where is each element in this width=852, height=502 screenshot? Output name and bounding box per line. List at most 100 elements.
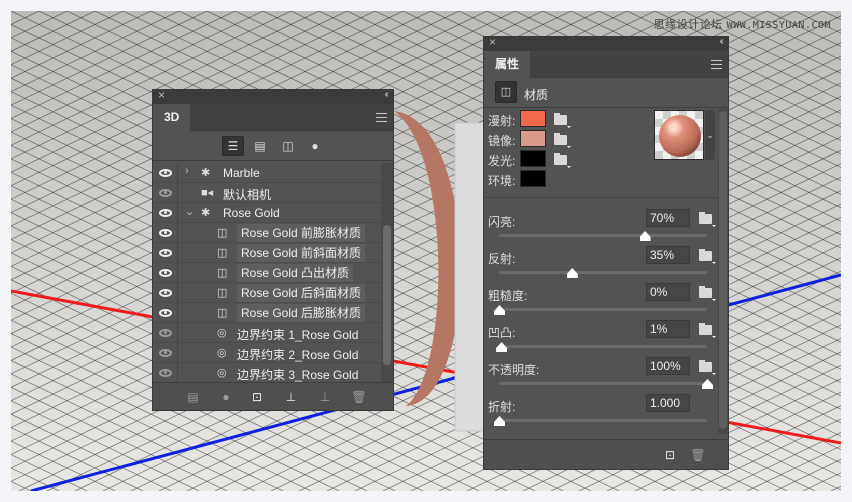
slider-label: 闪亮: bbox=[488, 215, 516, 229]
material-icon[interactable]: ◫ bbox=[495, 81, 517, 103]
row-label: Rose Gold 后斜面材质 bbox=[237, 284, 366, 302]
color-swatch[interactable] bbox=[520, 150, 546, 167]
folder-icon[interactable] bbox=[699, 360, 716, 375]
tree-row[interactable]: ◫ Rose Gold 前膨胀材质 bbox=[153, 223, 381, 243]
scrollbar[interactable] bbox=[718, 109, 728, 434]
add-constraint-icon[interactable]: ⊥ bbox=[317, 389, 333, 405]
slider-track[interactable] bbox=[499, 271, 707, 274]
tab-3d[interactable]: 3D bbox=[153, 104, 191, 131]
render-icon[interactable]: ⊡ bbox=[662, 447, 678, 463]
slider-track[interactable] bbox=[499, 382, 707, 385]
tree-row[interactable]: ⌄ ✱ Rose Gold bbox=[153, 203, 381, 223]
tab-properties[interactable]: 属性 bbox=[484, 51, 531, 78]
visibility-toggle[interactable] bbox=[153, 343, 178, 363]
drop-to-ground-icon[interactable]: ⊥ bbox=[283, 389, 299, 405]
tree-row[interactable]: ◎ 边界约束 1_Rose Gold bbox=[153, 323, 381, 343]
scrollbar[interactable] bbox=[381, 163, 393, 383]
folder-icon[interactable] bbox=[699, 286, 716, 301]
color-label: 漫射: bbox=[488, 114, 516, 128]
tree-row[interactable]: ◎ 边界约束 2_Rose Gold bbox=[153, 343, 381, 363]
eye-icon bbox=[158, 329, 172, 337]
folder-icon[interactable] bbox=[699, 249, 716, 264]
tree-row[interactable]: ◫ Rose Gold 凸出材质 bbox=[153, 263, 381, 283]
value-field[interactable]: 70% bbox=[646, 209, 690, 227]
trash-icon[interactable]: 🗑 bbox=[351, 389, 367, 405]
chevron-down-icon[interactable]: ⌄ bbox=[185, 205, 194, 218]
filter-whole-scene-button[interactable]: ☰ bbox=[222, 136, 244, 156]
slider-row: 粗糙度: 0% bbox=[484, 283, 718, 319]
filter-meshes-button[interactable]: ▤ bbox=[249, 136, 271, 156]
collapse-icon[interactable]: ‹‹ bbox=[719, 36, 723, 47]
eye-icon bbox=[158, 229, 172, 237]
value-field[interactable]: 0% bbox=[646, 283, 690, 301]
trash-icon[interactable]: 🗑 bbox=[690, 447, 706, 463]
scrollbar-thumb[interactable] bbox=[383, 225, 391, 365]
value-field[interactable]: 1% bbox=[646, 320, 690, 338]
visibility-toggle[interactable] bbox=[153, 223, 178, 243]
slider-track[interactable] bbox=[499, 234, 707, 237]
slider-track[interactable] bbox=[499, 419, 707, 422]
visibility-toggle[interactable] bbox=[153, 283, 178, 303]
collapse-icon[interactable]: ‹‹ bbox=[384, 89, 388, 100]
tree-row[interactable]: ◫ Rose Gold 后膨胀材质 bbox=[153, 303, 381, 323]
visibility-toggle[interactable] bbox=[153, 263, 178, 283]
light-bulb-icon[interactable]: ● bbox=[218, 389, 234, 405]
panel-menu-icon[interactable] bbox=[711, 60, 722, 69]
folder-icon[interactable] bbox=[699, 212, 716, 227]
visibility-toggle[interactable] bbox=[153, 203, 178, 223]
material-icon: ◫ bbox=[217, 247, 228, 259]
material-icon: ◫ bbox=[217, 267, 228, 279]
material-sphere bbox=[659, 115, 701, 157]
preset-dropdown[interactable]: ⌄ bbox=[705, 110, 715, 160]
folder-icon[interactable] bbox=[554, 153, 571, 168]
visibility-toggle[interactable] bbox=[153, 163, 178, 183]
folder-icon[interactable] bbox=[554, 113, 571, 128]
panel-menu-icon[interactable] bbox=[376, 113, 387, 122]
value-field[interactable]: 35% bbox=[646, 246, 690, 264]
value-field[interactable]: 1.000 bbox=[646, 394, 690, 412]
slider-row: 凹凸: 1% bbox=[484, 320, 718, 356]
slider-handle[interactable] bbox=[494, 305, 505, 315]
slider-handle[interactable] bbox=[494, 416, 505, 426]
panel-drag-bar[interactable]: × ‹‹ bbox=[153, 88, 393, 104]
value-field[interactable]: 100% bbox=[646, 357, 690, 375]
color-swatch[interactable] bbox=[520, 130, 546, 147]
slider-track[interactable] bbox=[499, 308, 707, 311]
filter-materials-button[interactable]: ◫ bbox=[277, 136, 299, 156]
panel-drag-bar[interactable]: × ‹‹ bbox=[484, 35, 728, 51]
render-icon[interactable]: ⊡ bbox=[249, 389, 265, 405]
row-label: 默认相机 bbox=[223, 188, 272, 202]
tree-row[interactable]: ◎ 边界约束 3_Rose Gold bbox=[153, 363, 381, 383]
visibility-toggle[interactable] bbox=[153, 363, 178, 383]
tree-row[interactable]: › ✱ Marble bbox=[153, 163, 381, 183]
color-swatch[interactable] bbox=[520, 110, 546, 127]
tree-row[interactable]: ■◂ 默认相机 bbox=[153, 183, 381, 203]
tree-row[interactable]: ◫ Rose Gold 前斜面材质 bbox=[153, 243, 381, 263]
slider-handle[interactable] bbox=[496, 342, 508, 352]
watermark-text: 思缘设计论坛 bbox=[653, 19, 723, 31]
visibility-toggle[interactable] bbox=[153, 303, 178, 323]
close-icon[interactable]: × bbox=[489, 35, 496, 49]
mesh-icon[interactable]: ▤ bbox=[185, 389, 201, 405]
slider-handle[interactable] bbox=[639, 231, 651, 241]
slider-handle[interactable] bbox=[702, 379, 713, 389]
eye-icon bbox=[158, 249, 172, 257]
tree-row[interactable]: ◫ Rose Gold 后斜面材质 bbox=[153, 283, 381, 303]
visibility-toggle[interactable] bbox=[153, 183, 178, 203]
properties-panel: × ‹‹ 属性 ◫ 材质 ⌄ 漫射: 镜像: 发光: 环境: 闪亮: 70% 反射: 35% 粗… bbox=[483, 35, 729, 470]
color-swatch[interactable] bbox=[520, 170, 546, 187]
scrollbar-thumb[interactable] bbox=[719, 111, 727, 429]
folder-icon[interactable] bbox=[554, 133, 571, 148]
slider-handle[interactable] bbox=[566, 268, 578, 278]
folder-icon[interactable] bbox=[699, 323, 716, 338]
filter-lights-button[interactable]: ● bbox=[304, 136, 326, 156]
visibility-toggle[interactable] bbox=[153, 243, 178, 263]
close-icon[interactable]: × bbox=[158, 88, 165, 102]
constraint-icon: ◎ bbox=[217, 347, 227, 359]
visibility-toggle[interactable] bbox=[153, 323, 178, 343]
slider-track[interactable] bbox=[499, 345, 707, 348]
chevron-right-icon[interactable]: › bbox=[185, 165, 189, 177]
material-preview[interactable] bbox=[654, 110, 704, 160]
color-row: 漫射: bbox=[484, 109, 644, 129]
material-icon: ◫ bbox=[217, 227, 228, 239]
